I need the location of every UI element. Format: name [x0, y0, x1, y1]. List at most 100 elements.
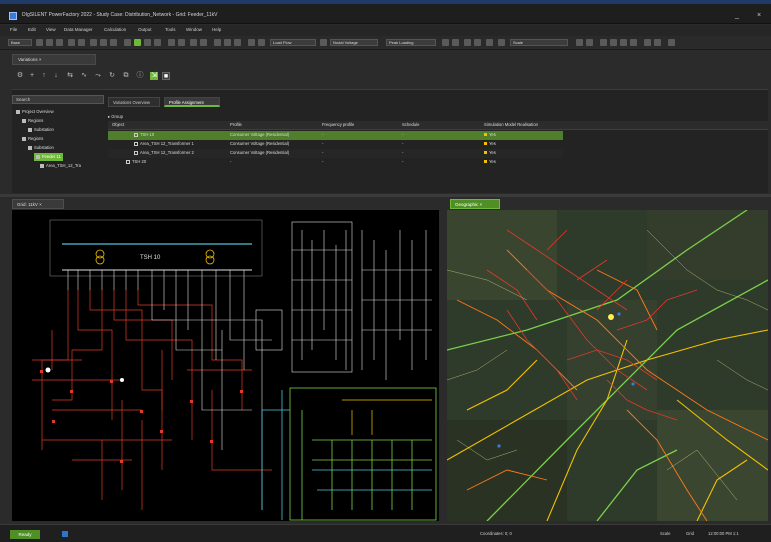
loading-combo[interactable]: Peak Loading: [386, 39, 436, 46]
simulation-icon[interactable]: [168, 39, 175, 46]
menu-help[interactable]: Help: [212, 27, 221, 32]
menu-output[interactable]: Output: [138, 27, 152, 32]
tab-variations-overview[interactable]: Variations Overview: [108, 97, 160, 107]
menu-file[interactable]: File: [10, 27, 17, 32]
map-canvas[interactable]: [447, 210, 768, 521]
close-button[interactable]: ×: [752, 12, 766, 20]
grid-icon[interactable]: [124, 39, 131, 46]
layer-icon[interactable]: [498, 39, 505, 46]
paste-icon[interactable]: [110, 39, 117, 46]
tree-item[interactable]: Area_TSH_12_Tra: [40, 162, 81, 170]
geographic-tab[interactable]: Geographic ×: [450, 199, 500, 209]
undo-icon[interactable]: [68, 39, 75, 46]
table-row[interactable]: TSH 20 - - - Yes: [108, 158, 563, 167]
minimize-button[interactable]: _: [730, 12, 744, 20]
cell-simulation[interactable]: Yes: [484, 141, 496, 146]
plot-icon[interactable]: [190, 39, 197, 46]
geographic-map[interactable]: [447, 210, 768, 521]
table-row[interactable]: Area_TSH 12_Transformer 1 Consumer Volta…: [108, 140, 563, 149]
calculation-combo[interactable]: Load Flow: [270, 39, 316, 46]
save-icon[interactable]: [56, 39, 63, 46]
harmonics-icon[interactable]: [154, 39, 161, 46]
add-icon[interactable]: +: [28, 72, 36, 80]
menu-calculation[interactable]: Calculation: [104, 27, 126, 32]
label-icon[interactable]: [464, 39, 471, 46]
refresh-icon[interactable]: ↻: [108, 72, 116, 80]
tab-profile-assignment[interactable]: Profile Assignment: [164, 97, 220, 107]
vertical-splitter[interactable]: [440, 199, 446, 521]
stop-icon[interactable]: ■: [162, 72, 170, 80]
short-circuit-icon[interactable]: [144, 39, 151, 46]
info-icon[interactable]: ⓘ: [136, 72, 144, 80]
pan-icon[interactable]: [248, 39, 255, 46]
distribute-icon[interactable]: [630, 39, 637, 46]
header-object[interactable]: Object: [112, 122, 124, 127]
select-icon[interactable]: [258, 39, 265, 46]
export-icon[interactable]: [586, 39, 593, 46]
options-icon[interactable]: [668, 39, 675, 46]
filter-icon[interactable]: [442, 39, 449, 46]
zoom-fit-icon[interactable]: [234, 39, 241, 46]
ready-button[interactable]: Ready: [10, 530, 40, 539]
cell-simulation[interactable]: Yes: [484, 132, 496, 137]
group-row[interactable]: ▸ Group: [108, 114, 123, 119]
menu-tools[interactable]: Tools: [165, 27, 176, 32]
cut-icon[interactable]: [90, 39, 97, 46]
scale-combo[interactable]: Scale: [510, 39, 568, 46]
table-row[interactable]: TSH 10 Consumer Voltage (Residential) - …: [108, 131, 563, 140]
arrow-up-icon[interactable]: ↑: [40, 72, 48, 80]
align-center-icon[interactable]: [610, 39, 617, 46]
tree-item[interactable]: Substation: [28, 126, 54, 134]
variations-tab[interactable]: Variations ×: [12, 54, 96, 65]
copy-icon[interactable]: [100, 39, 107, 46]
annotation-icon[interactable]: [474, 39, 481, 46]
filter-active-icon[interactable]: ⇲: [150, 72, 158, 80]
header-frequency-profile[interactable]: Frequency profile: [322, 122, 354, 127]
print-icon[interactable]: [576, 39, 583, 46]
schematic-tab[interactable]: Grid: 11kV ×: [12, 199, 64, 209]
tree-item[interactable]: Regions: [22, 135, 43, 143]
branch-icon[interactable]: ⤳: [94, 72, 102, 80]
load-flow-icon[interactable]: [134, 39, 141, 46]
settings-icon[interactable]: ⚙: [16, 72, 24, 80]
freeze-icon[interactable]: [644, 39, 651, 46]
link-icon[interactable]: ∿: [80, 72, 88, 80]
header-simulation[interactable]: Simulation Model Realisation: [484, 122, 538, 127]
zoom-in-icon[interactable]: [214, 39, 221, 46]
copy-item-icon[interactable]: ⧉: [122, 72, 130, 80]
result-variable-combo[interactable]: Nodal Voltage: [330, 39, 378, 46]
single-line-diagram[interactable]: TSH 10: [12, 210, 439, 521]
menu-window[interactable]: Window: [186, 27, 202, 32]
table-row[interactable]: Area_TSH 12_Transformer 2 Consumer Volta…: [108, 149, 563, 158]
cell-simulation[interactable]: Yes: [484, 159, 496, 164]
legend-icon[interactable]: [452, 39, 459, 46]
arrow-down-icon[interactable]: ↓: [52, 72, 60, 80]
redo-icon[interactable]: [78, 39, 85, 46]
header-schedule[interactable]: Schedule: [402, 122, 419, 127]
measure-icon[interactable]: [486, 39, 493, 46]
move-icon[interactable]: ⇆: [66, 72, 74, 80]
tree-item[interactable]: Substation: [28, 144, 54, 152]
align-left-icon[interactable]: [600, 39, 607, 46]
lock-icon[interactable]: [654, 39, 661, 46]
busbar-label: TSH 10: [140, 255, 161, 261]
open-icon[interactable]: [46, 39, 53, 46]
menu-data-manager[interactable]: Data Manager: [64, 27, 93, 32]
new-icon[interactable]: [36, 39, 43, 46]
zoom-out-icon[interactable]: [224, 39, 231, 46]
menu-view[interactable]: View: [46, 27, 56, 32]
tree-item[interactable]: Regions: [22, 117, 43, 125]
header-profile[interactable]: Profile: [230, 122, 242, 127]
align-right-icon[interactable]: [620, 39, 627, 46]
tree-item-selected[interactable]: Feeder 11: [34, 153, 63, 161]
tree-item[interactable]: Project Overview: [16, 108, 54, 116]
cell-simulation[interactable]: Yes: [484, 150, 496, 155]
study-case-combo[interactable]: Base: [8, 39, 32, 46]
results-icon[interactable]: [178, 39, 185, 46]
horizontal-splitter[interactable]: [0, 194, 771, 197]
menu-edit[interactable]: Edit: [28, 27, 36, 32]
search-input[interactable]: Search: [12, 95, 104, 104]
colour-icon[interactable]: [320, 39, 327, 46]
report-icon[interactable]: [200, 39, 207, 46]
schematic-canvas[interactable]: TSH 10: [12, 210, 439, 521]
